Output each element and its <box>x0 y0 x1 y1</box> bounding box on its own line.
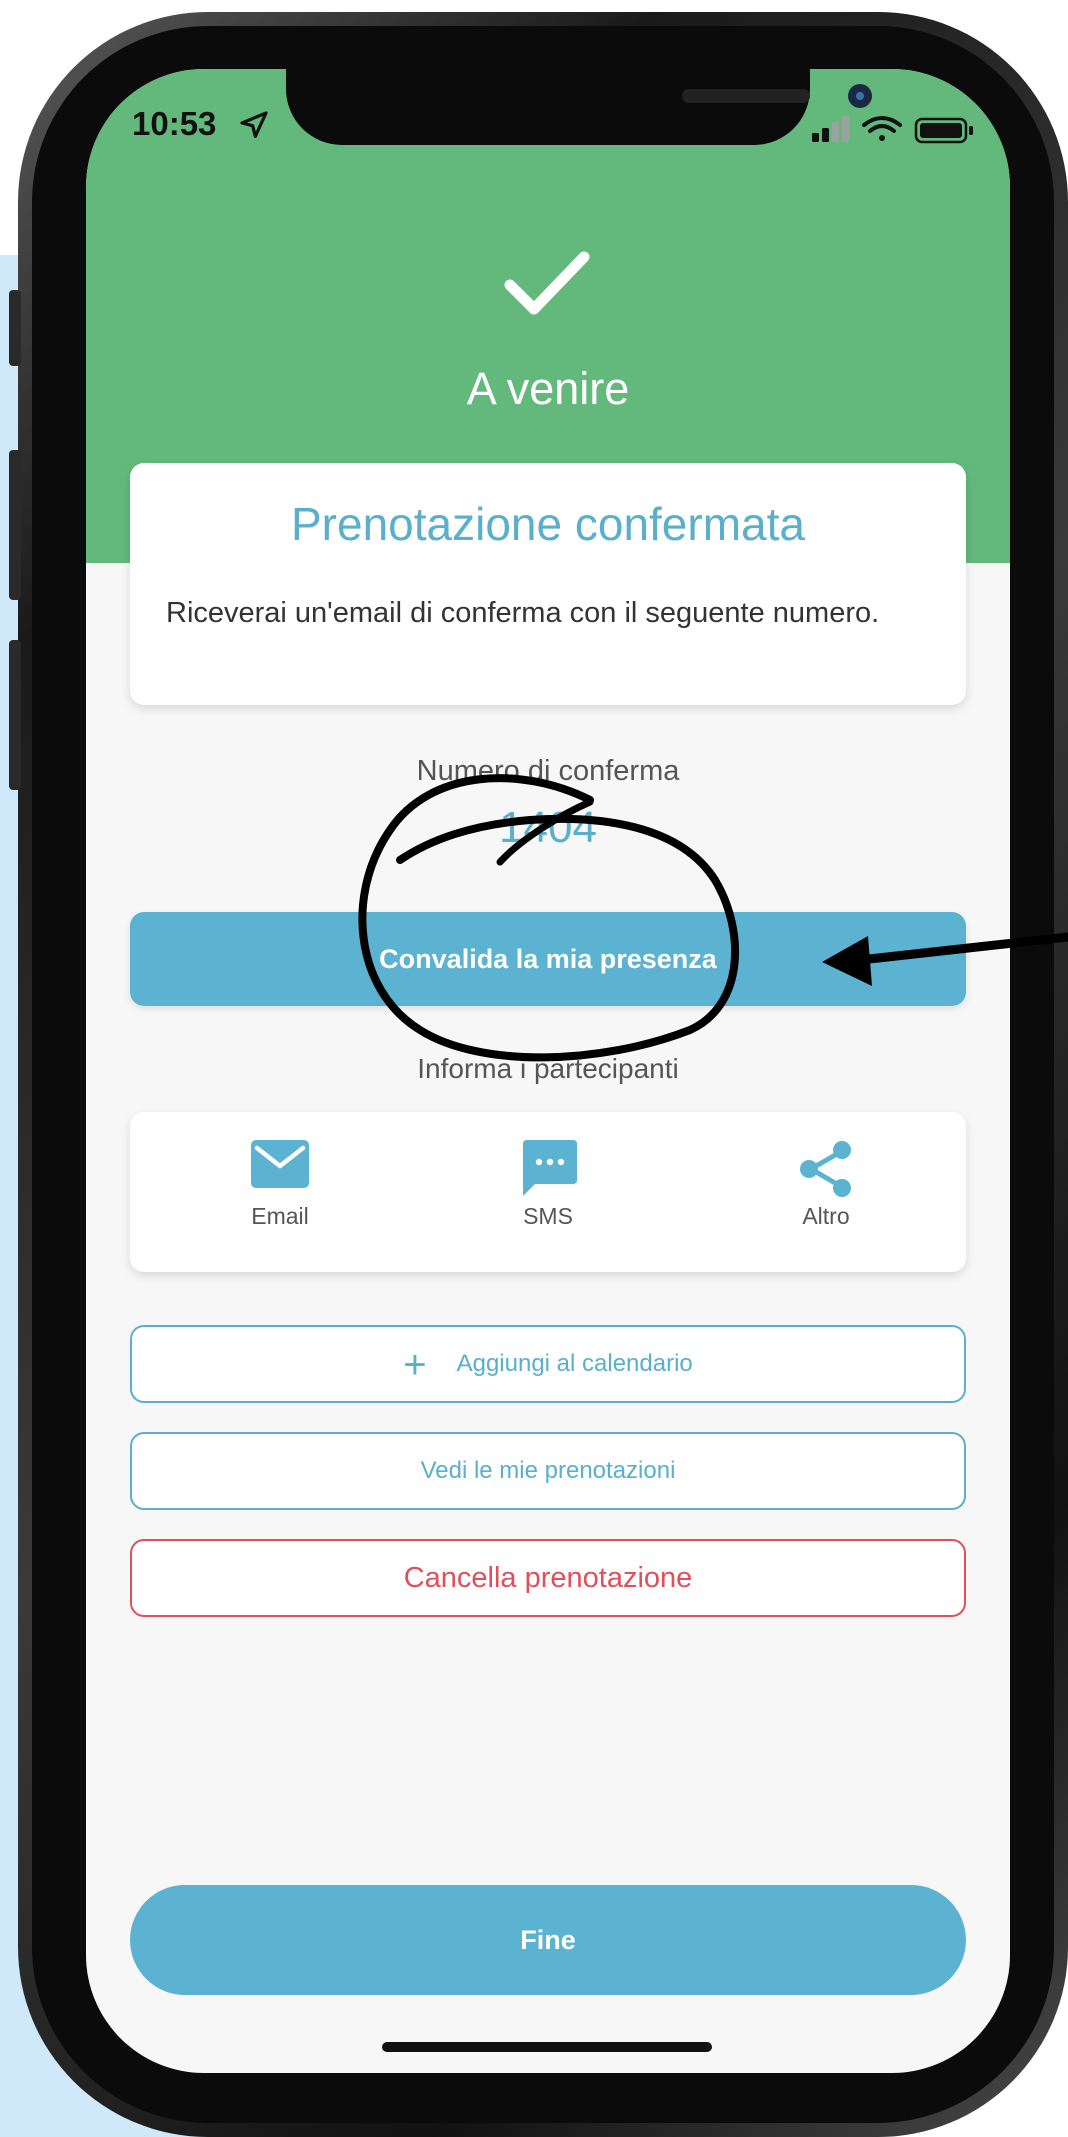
status-title: A venire <box>466 363 630 414</box>
share-other-button[interactable]: Altro <box>726 1140 926 1230</box>
battery-icon <box>914 117 973 144</box>
speaker <box>682 89 810 103</box>
volume-up-button <box>9 450 21 600</box>
confirmation-number-label: Numero di conferma <box>416 755 680 787</box>
home-indicator[interactable] <box>382 2042 712 2052</box>
status-time: 10:53 <box>132 105 217 142</box>
front-camera <box>848 84 872 108</box>
share-sms-button[interactable]: SMS <box>448 1140 648 1230</box>
notch <box>286 69 872 145</box>
mute-switch <box>9 290 21 366</box>
add-to-calendar-label: Aggiungi al calendario <box>456 1350 693 1377</box>
email-icon <box>251 1140 309 1188</box>
share-icon <box>800 1141 851 1197</box>
share-sms-label: SMS <box>523 1203 573 1229</box>
confirmation-card: Prenotazione confermata Riceverai un'ema… <box>130 463 966 705</box>
status-icons <box>812 116 973 144</box>
app-screen: 10:53 A venire Prenotazione confermata R… <box>86 69 1010 2073</box>
share-email-button[interactable]: Email <box>180 1140 380 1230</box>
confirmation-number-value: 1404 <box>499 803 597 852</box>
add-to-calendar-button[interactable]: + Aggiungi al calendario <box>130 1325 966 1403</box>
signal-icon <box>812 116 849 142</box>
view-bookings-button[interactable]: Vedi le mie prenotazioni <box>130 1432 966 1510</box>
wifi-icon <box>862 116 902 141</box>
confirmation-message: Riceverai un'email di conferma con il se… <box>166 597 880 629</box>
validate-presence-button[interactable]: Convalida la mia presenza <box>130 912 966 1006</box>
share-other-label: Altro <box>802 1203 850 1229</box>
location-arrow-icon <box>240 111 268 138</box>
checkmark-icon <box>504 251 590 315</box>
share-email-label: Email <box>251 1203 309 1229</box>
sms-icon <box>523 1140 577 1196</box>
volume-down-button <box>9 640 21 790</box>
share-heading: Informa i partecipanti <box>417 1053 679 1084</box>
cancel-booking-button[interactable]: Cancella prenotazione <box>130 1539 966 1617</box>
share-options-card: Email SMS Altro <box>130 1112 966 1272</box>
plus-icon: + <box>403 1342 427 1387</box>
confirmation-title: Prenotazione confermata <box>291 498 805 550</box>
done-button[interactable]: Fine <box>130 1885 966 1995</box>
